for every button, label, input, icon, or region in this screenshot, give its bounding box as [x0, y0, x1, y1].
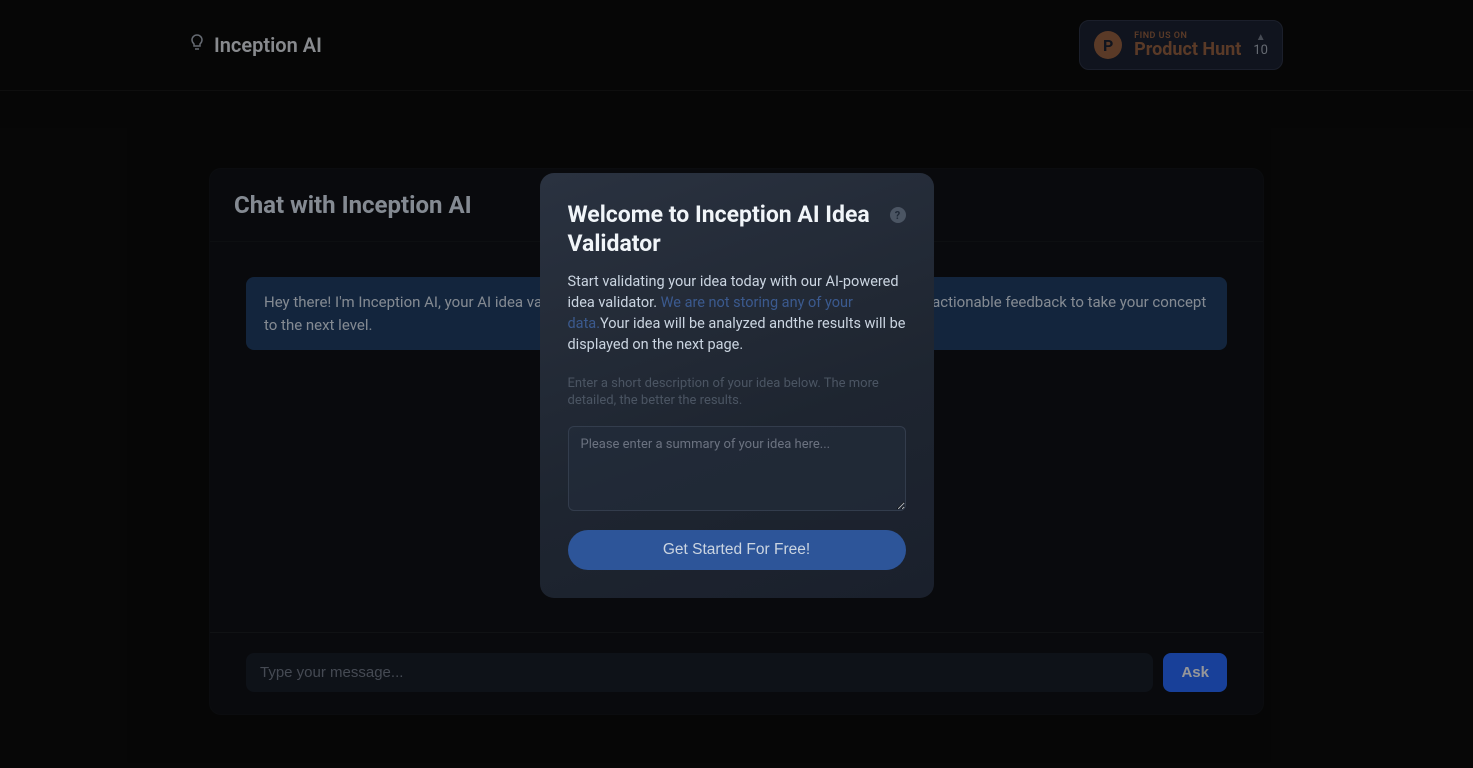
modal-subtext: Enter a short description of your idea b… [568, 375, 906, 410]
idea-textarea[interactable] [568, 426, 906, 511]
modal-header: Welcome to Inception AI Idea Validator ? [568, 201, 906, 259]
modal-desc-part2: Your idea will be analyzed andthe result… [568, 315, 906, 353]
modal-title: Welcome to Inception AI Idea Validator [568, 201, 880, 259]
welcome-modal: Welcome to Inception AI Idea Validator ?… [540, 173, 934, 598]
modal-overlay: Welcome to Inception AI Idea Validator ?… [0, 0, 1473, 768]
modal-description: Start validating your idea today with ou… [568, 271, 906, 355]
get-started-button[interactable]: Get Started For Free! [568, 530, 906, 570]
help-icon[interactable]: ? [890, 207, 906, 223]
